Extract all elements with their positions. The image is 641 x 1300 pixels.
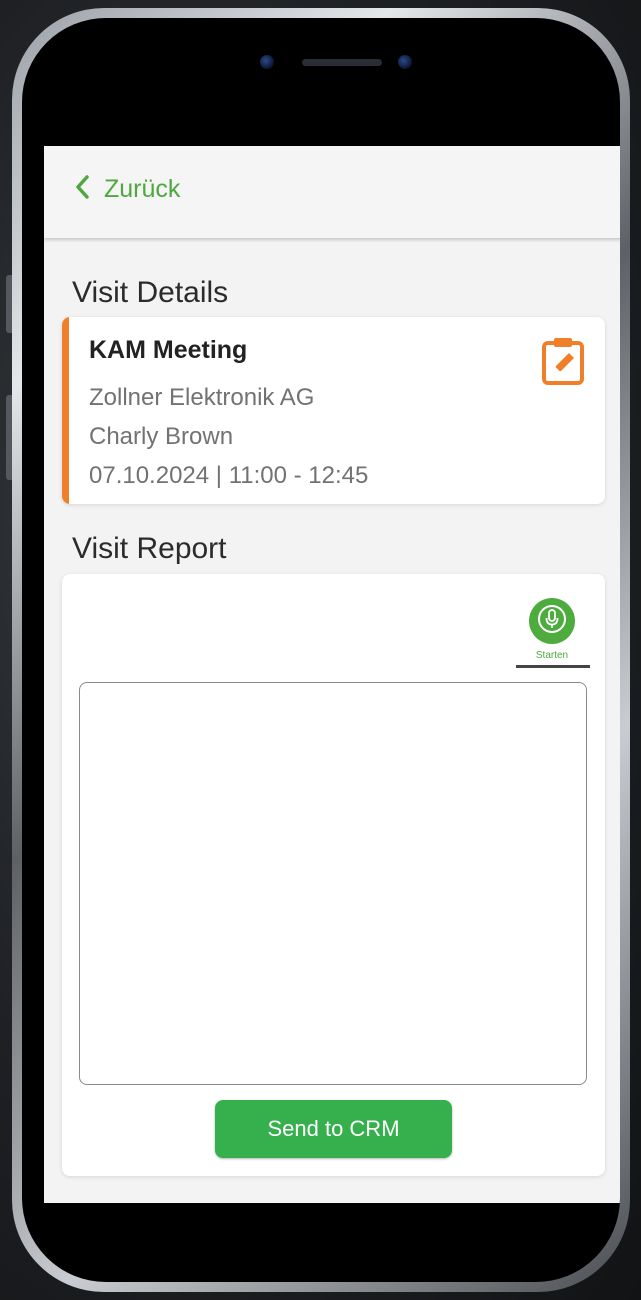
recording-indicator-line <box>516 665 590 668</box>
visit-report-textarea[interactable] <box>79 682 587 1085</box>
front-camera <box>260 55 274 69</box>
visit-datetime: 07.10.2024 | 11:00 - 12:45 <box>89 462 369 489</box>
visit-details-heading: Visit Details <box>72 276 229 309</box>
chevron-left-icon <box>74 174 90 204</box>
edit-visit-button[interactable] <box>540 335 588 387</box>
app-screen: Zurück Visit Details KAM Meeting Zollner… <box>44 146 620 1203</box>
phone-notch <box>232 48 412 82</box>
microphone-icon <box>537 604 567 638</box>
send-to-crm-button[interactable]: Send to CRM <box>215 1100 452 1158</box>
start-recording-button[interactable] <box>529 598 575 644</box>
visit-report-heading: Visit Report <box>72 532 227 565</box>
meeting-title: KAM Meeting <box>89 336 248 364</box>
earpiece-speaker <box>302 59 382 66</box>
back-button[interactable]: Zurück <box>74 174 180 204</box>
clipboard-edit-icon <box>540 338 588 391</box>
back-label: Zurück <box>104 174 181 203</box>
contact-name: Charly Brown <box>89 423 234 450</box>
visit-report-card: Starten Send to CRM <box>62 574 605 1176</box>
phone-bezel: Zurück Visit Details KAM Meeting Zollner… <box>22 18 620 1282</box>
card-accent-bar <box>62 317 69 504</box>
phone-frame: Zurück Visit Details KAM Meeting Zollner… <box>12 8 630 1292</box>
top-bar: Zurück <box>44 146 620 238</box>
start-recording-label: Starten <box>535 650 569 661</box>
visit-details-card: KAM Meeting Zollner Elektronik AG Charly… <box>62 317 605 504</box>
front-sensor <box>398 55 412 69</box>
company-name: Zollner Elektronik AG <box>89 384 315 411</box>
